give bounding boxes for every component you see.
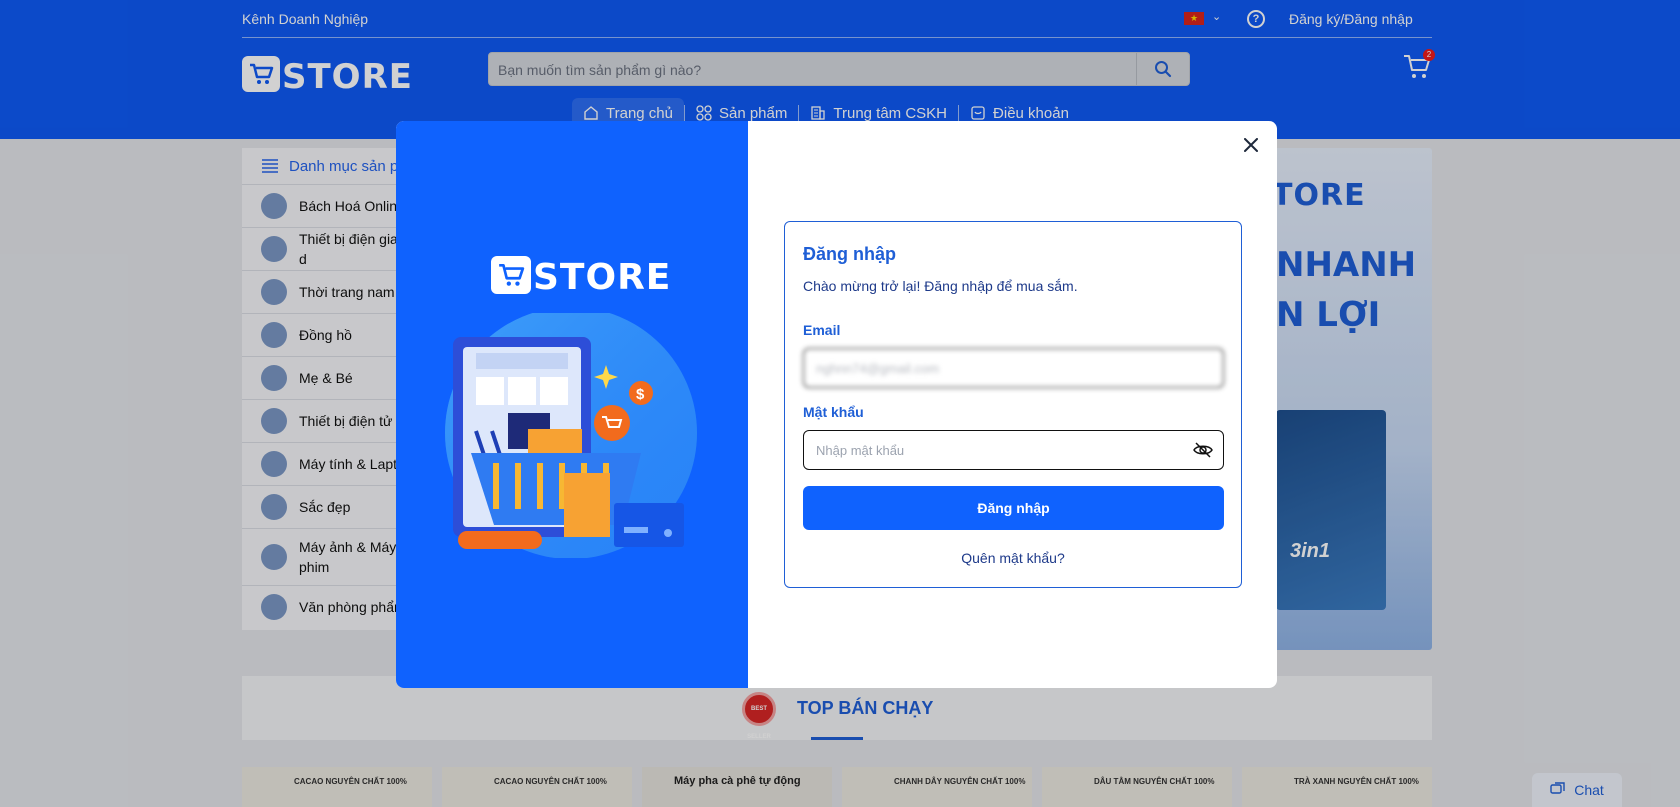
email-field[interactable]: nghnn74@gmail.com xyxy=(803,348,1224,388)
login-form: Đăng nhập Chào mừng trở lại! Đăng nhập đ… xyxy=(784,221,1242,588)
email-label: Email xyxy=(803,322,841,338)
password-placeholder: Nhập mật khẩu xyxy=(816,442,905,458)
password-label: Mật khẩu xyxy=(803,404,864,420)
svg-text:$: $ xyxy=(636,386,645,403)
password-field[interactable]: Nhập mật khẩu xyxy=(803,430,1224,470)
forgot-password-link[interactable]: Quên mật khẩu? xyxy=(785,550,1241,566)
shopping-illustration: $ xyxy=(445,313,697,558)
modal-logo-text: STORE xyxy=(533,257,672,298)
login-title: Đăng nhập xyxy=(803,244,896,264)
login-subtitle: Chào mừng trở lại! Đăng nhập để mua sắm. xyxy=(803,278,1078,294)
login-modal: STORE $ Đăng nhập Chào mừng trở lại! Đăn… xyxy=(396,121,1277,688)
eye-off-icon[interactable] xyxy=(1193,441,1213,459)
login-submit-button[interactable]: Đăng nhập xyxy=(803,486,1224,530)
close-modal-button[interactable] xyxy=(1239,133,1263,157)
modal-brand-panel: STORE $ xyxy=(396,121,748,688)
modal-store-logo: STORE xyxy=(491,251,671,298)
cart-logo-icon xyxy=(491,255,531,294)
close-icon xyxy=(1244,138,1258,152)
